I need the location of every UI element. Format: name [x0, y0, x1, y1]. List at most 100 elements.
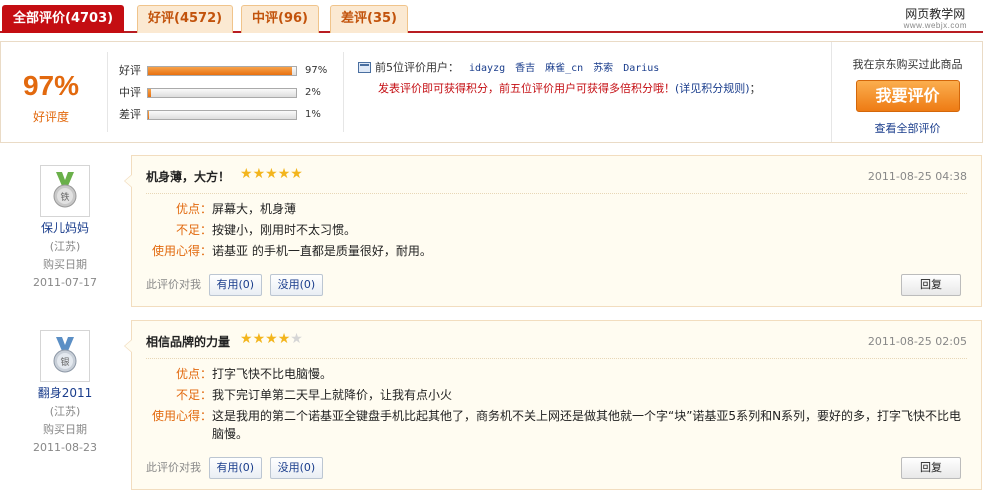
- useful-button[interactable]: 有用(0): [208, 274, 263, 296]
- write-review-button[interactable]: 我要评价: [855, 80, 960, 112]
- watermark-title: 网页教学网: [905, 7, 966, 21]
- tab-count: (4703): [65, 11, 114, 26]
- purchase-date-label: 购买日期: [43, 423, 87, 436]
- cons-label: 不足：: [175, 223, 212, 237]
- experience-label: 使用心得：: [151, 409, 212, 423]
- cons-text: 我下完订单第二天早上就降价，让我有点小火: [212, 388, 453, 402]
- review-time: 2011-08-25 02:05: [867, 335, 967, 348]
- bar-track: [147, 88, 297, 98]
- star-filled-icon: ★: [265, 166, 278, 182]
- bar-fill: [148, 67, 292, 75]
- bar-track: [147, 110, 297, 120]
- experience-label: 使用心得：: [151, 244, 212, 258]
- experience-text: 这是我用的第二个诺基亚全键盘手机比起其他了，商务机不关上网还是做其他就一个字“块…: [212, 409, 962, 441]
- star-filled-icon: ★: [277, 166, 291, 182]
- tab-negative-reviews[interactable]: 差评(35): [330, 5, 408, 33]
- tab-neutral-reviews[interactable]: 中评(96): [241, 5, 319, 33]
- not-useful-button[interactable]: 没用(0): [269, 274, 324, 296]
- tab-all-reviews[interactable]: 全部评价(4703): [2, 5, 125, 33]
- positive-rate-value: 97%: [22, 70, 80, 101]
- pros-text: 屏幕大，机身薄: [212, 202, 297, 216]
- pros-label: 优点：: [175, 367, 212, 381]
- helpful-label: 此评价对我: [146, 461, 201, 474]
- bar-name: 差评: [119, 108, 141, 121]
- bar-percent: 2%: [305, 87, 321, 98]
- write-review-box: 我在京东购买过此商品 我要评价 查看全部评价: [831, 42, 983, 142]
- star-filled-icon: ★: [252, 331, 266, 347]
- tab-positive-reviews[interactable]: 好评(4572): [137, 5, 234, 33]
- top-reviewers: 前5位评价用户： idayzg 香吉 麻雀_cn 苏索 Darius 发表评价即可获得积分…: [358, 60, 761, 96]
- tab-count: (35): [367, 11, 397, 26]
- useful-button[interactable]: 有用(0): [208, 457, 263, 479]
- view-all-reviews-link[interactable]: 查看全部评价: [832, 120, 983, 136]
- reviewer-province: (江苏): [49, 240, 81, 253]
- top-user-link[interactable]: 麻雀_cn: [545, 63, 583, 74]
- avatar[interactable]: 铁: [40, 165, 90, 217]
- silver-medal-icon: 银: [53, 337, 77, 373]
- tab-label: 中评: [252, 11, 279, 26]
- reviewer-name[interactable]: 翻身2011: [0, 384, 130, 401]
- review-card: 相信品牌的力量 ★★★★★ 2011-08-25 02:05 优点：打字飞快不比…: [124, 320, 982, 490]
- not-useful-button[interactable]: 没用(0): [269, 457, 324, 479]
- tab-label: 差评: [341, 11, 368, 26]
- bar-percent: 1%: [305, 109, 321, 120]
- notice-tail: ；: [749, 82, 761, 95]
- tab-count: (4572): [174, 11, 223, 26]
- points-rules-link[interactable]: (详见积分规则): [675, 82, 750, 95]
- medal-label: 铁: [60, 191, 69, 203]
- bar-track: [147, 66, 297, 76]
- cons-label: 不足：: [175, 388, 212, 402]
- positive-rate: 97% 好评度: [1, 42, 101, 142]
- reply-button[interactable]: 回复: [901, 457, 961, 479]
- tab-count: (96): [278, 11, 308, 26]
- review-item: 银 翻身2011 (江苏) 购买日期 2011-08-23 相信品牌的力量 ★★…: [0, 318, 983, 500]
- top-user-link[interactable]: 苏索: [593, 63, 613, 74]
- review-title: 机身薄，大方！: [146, 170, 231, 184]
- review-time: 2011-08-25 04:38: [867, 170, 967, 183]
- watermark-url: www.webjx.com: [903, 21, 967, 30]
- pros-text: 打字飞快不比电脑慢。: [212, 367, 333, 381]
- points-notice: 发表评价即可获得积分，前五位评价用户可获得多倍积分哦！: [378, 82, 675, 95]
- bar-fill: [148, 111, 150, 119]
- star-filled-icon: ★: [290, 166, 303, 182]
- medal-label: 银: [60, 356, 69, 368]
- avatar[interactable]: 银: [40, 330, 90, 382]
- helpful-label: 此评价对我: [146, 278, 201, 291]
- calendar-icon: [358, 62, 371, 73]
- reviewer-name[interactable]: 保儿妈妈: [0, 219, 130, 236]
- reply-button[interactable]: 回复: [901, 274, 961, 296]
- star-rating: ★★★★★: [240, 166, 303, 182]
- card-pointer: [124, 339, 132, 353]
- cons-text: 按键小，刚用时不太习惯。: [212, 223, 357, 237]
- star-filled-icon: ★: [252, 166, 266, 182]
- top-user-link[interactable]: 香吉: [515, 63, 535, 74]
- star-filled-icon: ★: [265, 331, 278, 347]
- top-user-link[interactable]: Darius: [623, 63, 659, 74]
- rating-summary: 97% 好评度 好评 97% 中评 2% 差评 1% 前5位评价用户： idayz…: [0, 41, 983, 143]
- bought-question: 我在京东购买过此商品: [852, 58, 963, 71]
- purchase-date-label: 购买日期: [43, 258, 87, 271]
- helpful-vote: 此评价对我 有用(0) 没用(0): [146, 457, 324, 479]
- bar-name: 好评: [119, 64, 141, 77]
- card-pointer: [124, 174, 132, 188]
- reviewer-info: 银 翻身2011 (江苏) 购买日期 2011-08-23: [0, 318, 130, 454]
- reviewer-province: (江苏): [49, 405, 81, 418]
- reviewer-info: 铁 保儿妈妈 (江苏) 购买日期 2011-07-17: [0, 153, 130, 289]
- bar-name: 中评: [119, 86, 141, 99]
- star-filled-icon: ★: [240, 331, 253, 347]
- top-users-label: 前5位评价用户：: [375, 61, 459, 74]
- star-filled-icon: ★: [240, 166, 253, 182]
- helpful-vote: 此评价对我 有用(0) 没用(0): [146, 274, 324, 296]
- purchase-date: 2011-07-17: [33, 276, 97, 289]
- bronze-medal-icon: 铁: [53, 172, 77, 208]
- watermark: 网页教学网 www.webjx.com: [904, 8, 967, 32]
- purchase-date: 2011-08-23: [33, 441, 97, 454]
- review-title: 相信品牌的力量: [146, 335, 231, 349]
- review-item: 铁 保儿妈妈 (江苏) 购买日期 2011-07-17 机身薄，大方！ ★★★★…: [0, 153, 983, 313]
- bar-fill: [148, 89, 151, 97]
- top-user-link[interactable]: idayzg: [469, 63, 505, 74]
- bar-percent: 97%: [305, 65, 328, 76]
- tab-label: 全部评价: [13, 11, 66, 26]
- divider: [343, 52, 344, 132]
- review-tabs: 全部评价(4703) 好评(4572) 中评(96) 差评(35) 网页教学网 …: [0, 0, 983, 33]
